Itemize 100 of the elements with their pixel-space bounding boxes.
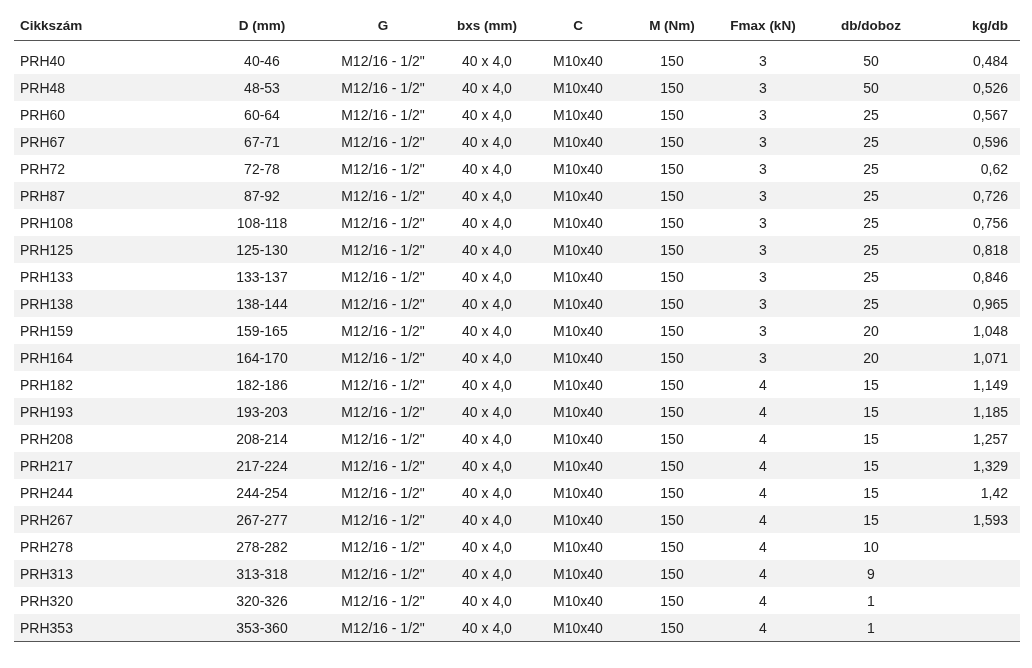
table-cell: 150 bbox=[660, 619, 684, 636]
table-cell: 313-318 bbox=[236, 565, 288, 582]
table-cell: 3 bbox=[759, 187, 767, 204]
table-cell: 150 bbox=[660, 349, 684, 366]
table-cell: 25 bbox=[863, 241, 879, 258]
table-cell: 150 bbox=[660, 403, 684, 420]
table-cell: 1 bbox=[867, 619, 875, 636]
table-cell: 4 bbox=[759, 538, 767, 555]
table-cell: 0,596 bbox=[972, 133, 1008, 150]
table-cell: PRH133 bbox=[20, 268, 73, 285]
table-cell: 40 x 4,0 bbox=[462, 187, 512, 204]
table-cell: PRH108 bbox=[20, 214, 73, 231]
table-cell: 20 bbox=[863, 322, 879, 339]
table-cell: M10x40 bbox=[553, 241, 603, 258]
table-cell: PRH353 bbox=[20, 619, 73, 636]
table-cell: 40 x 4,0 bbox=[462, 538, 512, 555]
table-cell: M12/16 - 1/2" bbox=[341, 268, 425, 285]
table-cell: 60-64 bbox=[244, 106, 280, 123]
table-cell: 138-144 bbox=[236, 295, 288, 312]
table-cell: 25 bbox=[863, 187, 879, 204]
table-cell: M10x40 bbox=[553, 295, 603, 312]
table-cell: 40 x 4,0 bbox=[462, 592, 512, 609]
table-cell: M10x40 bbox=[553, 214, 603, 231]
table-cell: 150 bbox=[660, 52, 684, 69]
table-cell: 40 x 4,0 bbox=[462, 484, 512, 501]
table-cell: 40 x 4,0 bbox=[462, 52, 512, 69]
table-cell: PRH40 bbox=[20, 52, 66, 69]
table-cell: 1,329 bbox=[972, 457, 1008, 474]
table-cell: 150 bbox=[660, 160, 684, 177]
table-cell: M12/16 - 1/2" bbox=[341, 511, 425, 528]
table-cell: 4 bbox=[759, 403, 767, 420]
table-cell: 150 bbox=[660, 457, 684, 474]
table-cell: 3 bbox=[759, 268, 767, 285]
table-cell: 1,071 bbox=[972, 349, 1008, 366]
table-cell: 150 bbox=[660, 241, 684, 258]
table-cell: 150 bbox=[660, 484, 684, 501]
table-cell: 150 bbox=[660, 106, 684, 123]
table-cell: PRH87 bbox=[20, 187, 66, 204]
table-cell: PRH267 bbox=[20, 511, 73, 528]
table-cell: M10x40 bbox=[553, 160, 603, 177]
table-cell: 3 bbox=[759, 52, 767, 69]
table-cell: 87-92 bbox=[244, 187, 280, 204]
table-cell: M10x40 bbox=[553, 376, 603, 393]
table-cell: 4 bbox=[759, 484, 767, 501]
table-cell: 3 bbox=[759, 241, 767, 258]
table-cell: 40 x 4,0 bbox=[462, 457, 512, 474]
table-cell: 150 bbox=[660, 295, 684, 312]
table-cell: 15 bbox=[863, 484, 879, 501]
table-cell: M10x40 bbox=[553, 268, 603, 285]
table-cell: M10x40 bbox=[553, 403, 603, 420]
column-header: kg/db bbox=[972, 17, 1008, 33]
table-cell: 3 bbox=[759, 214, 767, 231]
table-cell: 208-214 bbox=[236, 430, 288, 447]
table-cell: 40 x 4,0 bbox=[462, 106, 512, 123]
table-cell: 40 x 4,0 bbox=[462, 376, 512, 393]
table-cell: 40 x 4,0 bbox=[462, 133, 512, 150]
table-cell: 25 bbox=[863, 214, 879, 231]
table-cell: M12/16 - 1/2" bbox=[341, 79, 425, 96]
table-cell: M12/16 - 1/2" bbox=[341, 52, 425, 69]
table-cell: PRH138 bbox=[20, 295, 73, 312]
table-cell: 4 bbox=[759, 619, 767, 636]
table-cell: 25 bbox=[863, 160, 879, 177]
table-cell: 3 bbox=[759, 106, 767, 123]
table-cell: 3 bbox=[759, 79, 767, 96]
table-cell: 3 bbox=[759, 295, 767, 312]
table-cell: M10x40 bbox=[553, 511, 603, 528]
table-cell: 40 x 4,0 bbox=[462, 79, 512, 96]
table-cell: 1,593 bbox=[972, 511, 1008, 528]
table-cell: 278-282 bbox=[236, 538, 288, 555]
table-cell: 40 x 4,0 bbox=[462, 295, 512, 312]
table-cell: 0,526 bbox=[972, 79, 1008, 96]
table-cell: 150 bbox=[660, 133, 684, 150]
table-cell: M12/16 - 1/2" bbox=[341, 403, 425, 420]
table-cell: 4 bbox=[759, 511, 767, 528]
table-cell: 4 bbox=[759, 457, 767, 474]
table-cell: 150 bbox=[660, 511, 684, 528]
table-cell: 40-46 bbox=[244, 52, 280, 69]
table-cell: M12/16 - 1/2" bbox=[341, 376, 425, 393]
table-cell: M10x40 bbox=[553, 349, 603, 366]
table-cell: M12/16 - 1/2" bbox=[341, 430, 425, 447]
table-cell: M12/16 - 1/2" bbox=[341, 295, 425, 312]
table-cell: PRH244 bbox=[20, 484, 73, 501]
table-cell: M12/16 - 1/2" bbox=[341, 133, 425, 150]
table-cell: 159-165 bbox=[236, 322, 288, 339]
table-cell: 150 bbox=[660, 268, 684, 285]
table-cell: 4 bbox=[759, 430, 767, 447]
table-cell: PRH313 bbox=[20, 565, 73, 582]
table-cell: 40 x 4,0 bbox=[462, 349, 512, 366]
table-cell: M12/16 - 1/2" bbox=[341, 457, 425, 474]
table-cell: 0,484 bbox=[972, 52, 1008, 69]
table-cell: M12/16 - 1/2" bbox=[341, 538, 425, 555]
table-cell: 4 bbox=[759, 592, 767, 609]
table-cell: 40 x 4,0 bbox=[462, 511, 512, 528]
table-cell: PRH217 bbox=[20, 457, 73, 474]
column-header: Cikkszám bbox=[20, 17, 83, 33]
table-cell: 150 bbox=[660, 79, 684, 96]
table-cell: 0,62 bbox=[980, 160, 1008, 177]
table-cell: 48-53 bbox=[244, 79, 280, 96]
table-cell: 40 x 4,0 bbox=[462, 565, 512, 582]
table-cell: 108-118 bbox=[236, 214, 288, 231]
